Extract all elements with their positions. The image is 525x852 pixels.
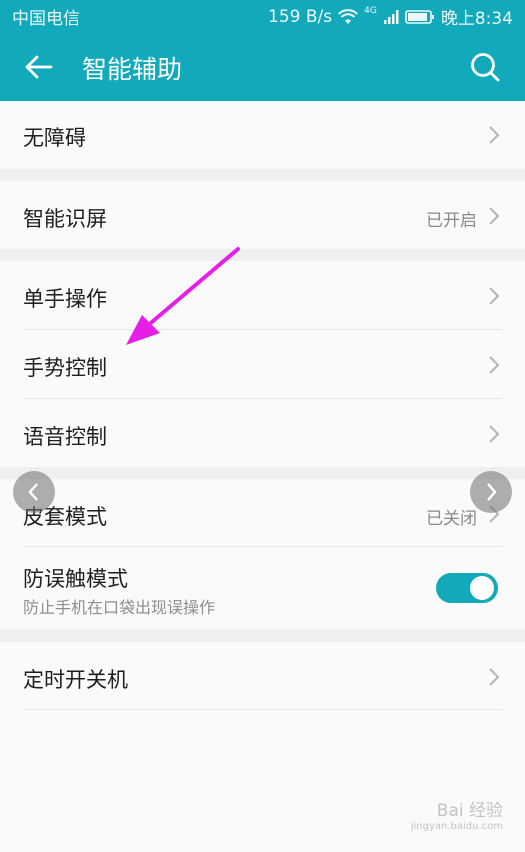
setting-value: 已关闭 bbox=[426, 509, 477, 529]
setting-value: 已开启 bbox=[426, 211, 477, 231]
arrow-left-icon bbox=[25, 55, 53, 79]
clock: 晚上8:34 bbox=[440, 9, 513, 29]
settings-group-1: 智能识屏 已开启 bbox=[0, 181, 525, 249]
previous-image-button[interactable] bbox=[13, 471, 55, 513]
setting-label: 单手操作 bbox=[23, 287, 107, 311]
accidental-touch-toggle[interactable] bbox=[436, 573, 498, 603]
chevron-right-icon bbox=[489, 207, 500, 225]
section-gap bbox=[0, 249, 525, 261]
signal-icon bbox=[383, 9, 399, 24]
chevron-left-icon bbox=[28, 483, 38, 501]
setting-row-scheduled-power[interactable]: 定时开关机 bbox=[0, 642, 525, 710]
section-gap bbox=[0, 629, 525, 642]
setting-label: 手势控制 bbox=[23, 356, 107, 380]
top-bar: 中国电信 159 B/s 4G 晚上8:34 智能辅助 bbox=[0, 0, 525, 101]
status-right: 159 B/s 4G 晚上8:34 bbox=[268, 4, 513, 30]
row-divider bbox=[23, 709, 502, 710]
setting-row-voice[interactable]: 语音控制 bbox=[0, 399, 525, 467]
wifi-icon bbox=[338, 8, 359, 24]
section-gap bbox=[0, 467, 525, 479]
setting-row-case-mode[interactable]: 皮套模式 已关闭 bbox=[0, 479, 525, 546]
setting-row-smart-screen[interactable]: 智能识屏 已开启 bbox=[0, 181, 525, 249]
back-button[interactable] bbox=[20, 48, 58, 86]
setting-label: 语音控制 bbox=[23, 425, 107, 449]
battery-icon bbox=[405, 9, 434, 24]
chevron-right-icon bbox=[489, 356, 500, 374]
watermark-logo: Bai 经验 jingyan.baidu.com bbox=[411, 802, 503, 832]
setting-label: 智能识屏 bbox=[23, 207, 107, 231]
chevron-right-icon bbox=[487, 483, 497, 501]
search-button[interactable] bbox=[466, 48, 504, 86]
chevron-right-icon bbox=[489, 425, 500, 443]
section-gap bbox=[0, 169, 525, 181]
setting-label: 防误触模式 bbox=[23, 567, 128, 591]
chevron-right-icon bbox=[489, 668, 500, 686]
settings-group-3: 皮套模式 已关闭 防误触模式 防止手机在口袋出现误操作 bbox=[0, 479, 525, 629]
setting-label: 无障碍 bbox=[23, 126, 86, 150]
toggle-knob bbox=[470, 576, 494, 600]
chevron-right-icon bbox=[489, 287, 500, 305]
annotation-arrow-icon bbox=[126, 247, 240, 345]
setting-label: 定时开关机 bbox=[23, 668, 128, 692]
next-image-button[interactable] bbox=[470, 471, 512, 513]
network-type: 4G bbox=[364, 5, 377, 16]
watermark-main: Bai 经验 bbox=[436, 801, 503, 822]
setting-row-accessibility[interactable]: 无障碍 bbox=[0, 101, 525, 169]
status-bar: 中国电信 159 B/s 4G 晚上8:34 bbox=[0, 0, 525, 30]
carrier-label: 中国电信 bbox=[12, 9, 80, 29]
search-icon bbox=[471, 53, 500, 82]
settings-group-2: 单手操作 手势控制 语音控制 bbox=[0, 261, 525, 467]
app-bar: 智能辅助 bbox=[0, 30, 525, 101]
setting-row-one-hand[interactable]: 单手操作 bbox=[0, 261, 525, 329]
network-speed: 159 B/s bbox=[268, 6, 333, 27]
chevron-right-icon bbox=[489, 126, 500, 144]
watermark-sub: jingyan.baidu.com bbox=[410, 821, 503, 832]
settings-group-0: 无障碍 bbox=[0, 101, 525, 169]
page-title: 智能辅助 bbox=[82, 55, 183, 84]
setting-subtitle: 防止手机在口袋出现误操作 bbox=[23, 598, 216, 617]
setting-row-gesture[interactable]: 手势控制 bbox=[0, 330, 525, 398]
settings-group-4: 定时开关机 bbox=[0, 642, 525, 710]
setting-row-accidental-touch[interactable]: 防误触模式 防止手机在口袋出现误操作 bbox=[0, 547, 525, 629]
